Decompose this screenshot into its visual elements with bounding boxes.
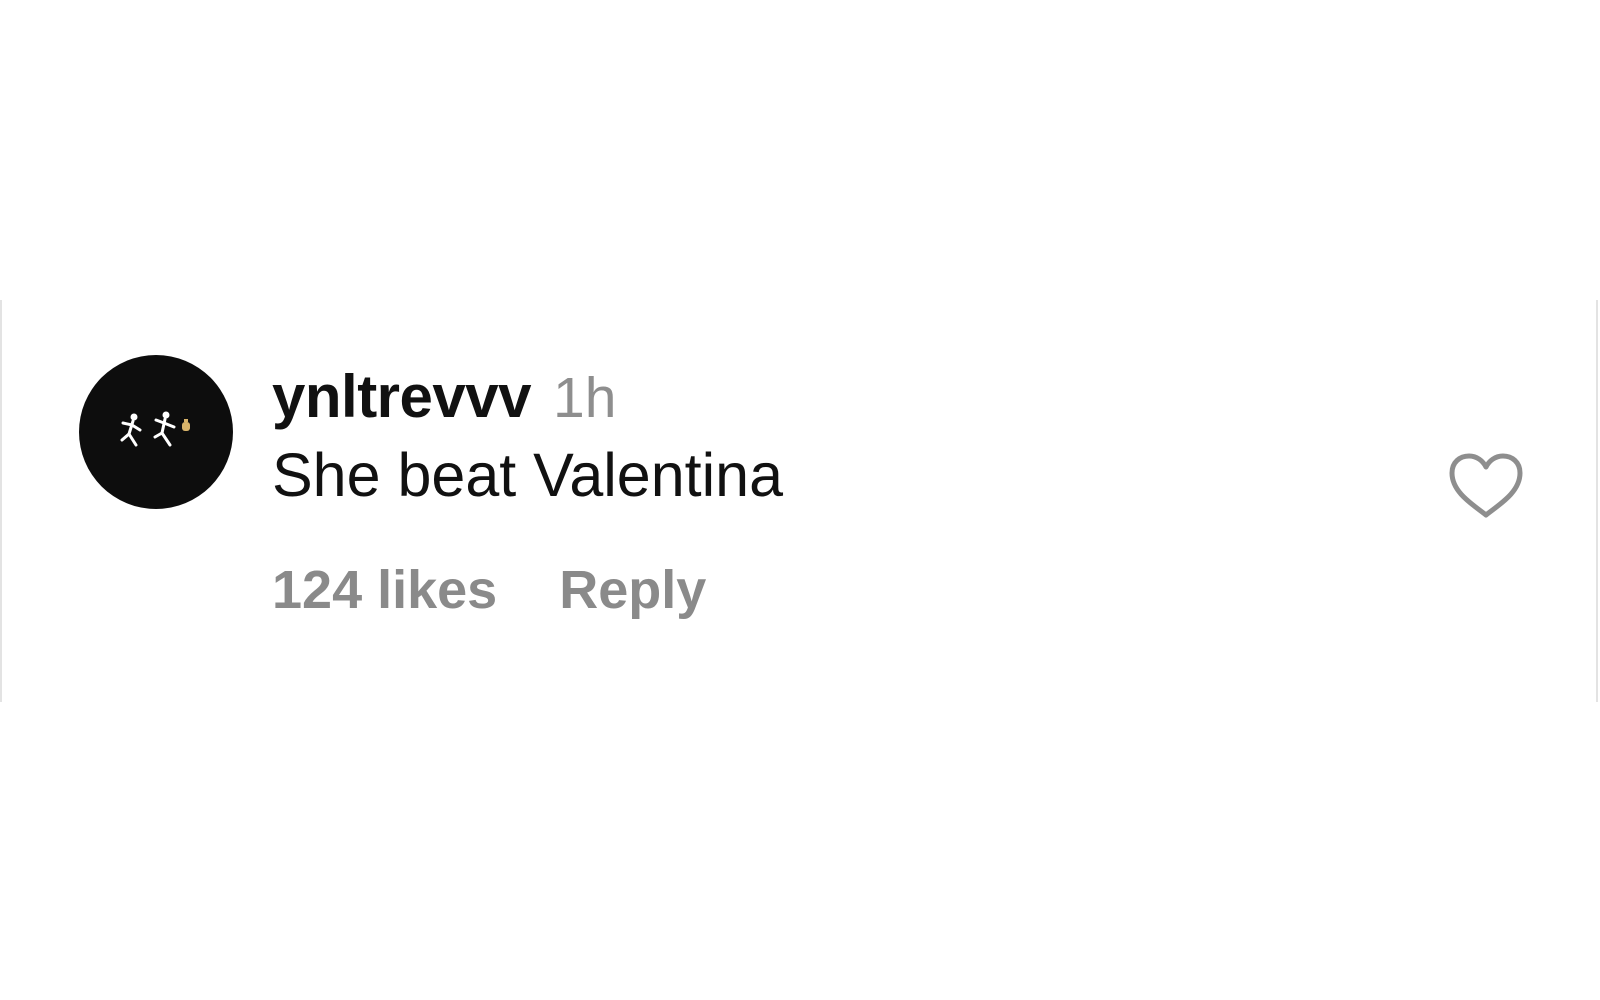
- comment-card: ynltrevvv 1h She beat Valentina 124 like…: [0, 300, 1598, 702]
- comment-body: ynltrevvv 1h She beat Valentina 124 like…: [272, 362, 783, 621]
- likes-count[interactable]: 124 likes: [272, 559, 497, 621]
- avatar[interactable]: [79, 355, 233, 509]
- comment-header: ynltrevvv 1h: [272, 362, 783, 432]
- username[interactable]: ynltrevvv: [272, 362, 532, 431]
- timestamp: 1h: [553, 366, 617, 430]
- reply-button[interactable]: Reply: [559, 559, 706, 621]
- comment-text: She beat Valentina: [272, 441, 783, 509]
- comment-actions: 124 likes Reply: [272, 559, 783, 621]
- heart-outline-icon[interactable]: [1448, 452, 1524, 520]
- running-figures-icon: [120, 411, 190, 447]
